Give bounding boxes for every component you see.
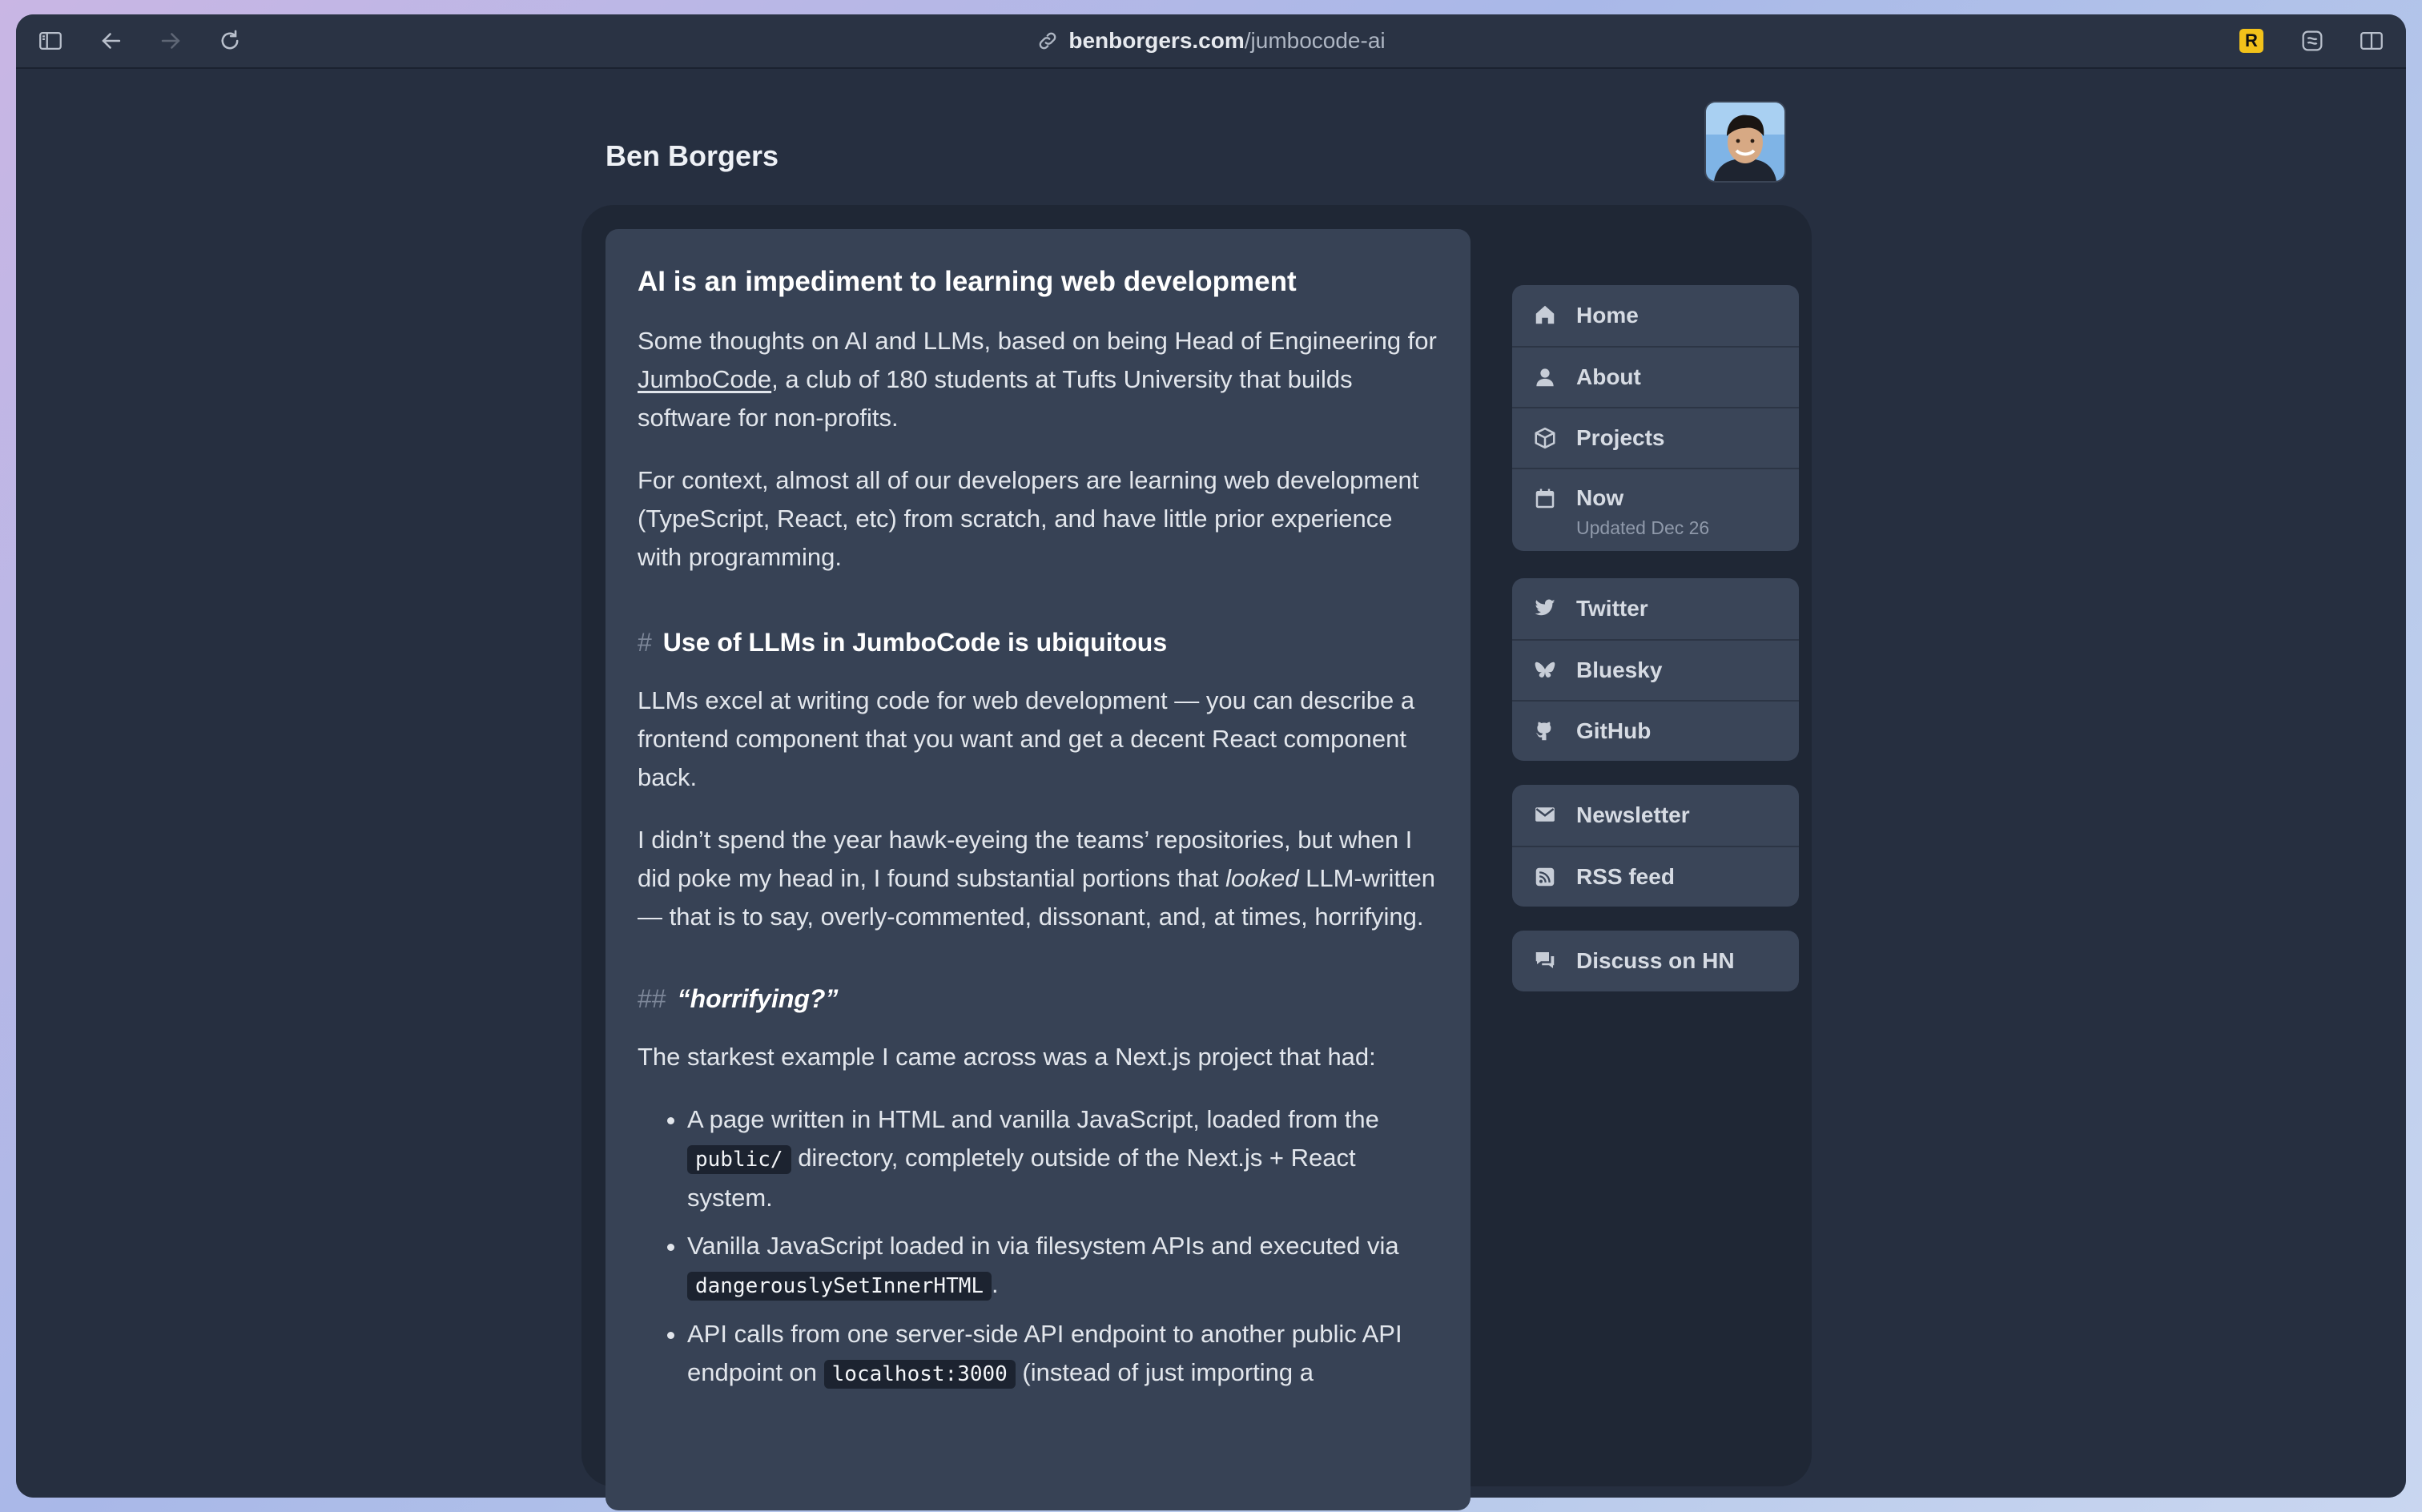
nav-social: Twitter Bluesky GitHub: [1512, 578, 1799, 761]
url-domain: benborgers.com: [1068, 28, 1245, 53]
person-icon: [1531, 364, 1559, 391]
nav-item-newsletter[interactable]: Newsletter: [1512, 785, 1799, 846]
paragraph: Some thoughts on AI and LLMs, based on b…: [638, 327, 1437, 432]
subsection-heading: ## “horrifying?”: [638, 984, 839, 1013]
address-field[interactable]: benborgers.com/jumbocode-ai: [1036, 28, 1386, 54]
split-view-icon[interactable]: [2356, 26, 2387, 55]
link-icon: [1036, 30, 1059, 52]
nav-item-projects[interactable]: Projects: [1512, 407, 1799, 468]
now-updated-date: Updated Dec 26: [1576, 517, 1710, 538]
nav-item-now[interactable]: Now Updated Dec 26: [1512, 468, 1799, 551]
sidebar-toggle-icon[interactable]: [35, 26, 66, 55]
twitter-icon: [1531, 594, 1559, 621]
url-path: /jumbocode-ai: [1244, 28, 1386, 53]
cube-icon: [1531, 424, 1559, 452]
list-item: Vanilla JavaScript loaded in via filesys…: [687, 1227, 1438, 1305]
jumbocode-link[interactable]: JumboCode: [638, 365, 771, 393]
nav-item-bluesky[interactable]: Bluesky: [1512, 639, 1799, 700]
article-title: AI is an impediment to learning web deve…: [638, 266, 1297, 297]
reload-icon[interactable]: [215, 26, 245, 55]
example-list: A page written in HTML and vanilla JavaS…: [638, 1100, 1438, 1393]
nav-item-rss[interactable]: RSS feed: [1512, 846, 1799, 907]
address-bar: benborgers.com/jumbocode-ai: [16, 14, 2406, 67]
rss-icon: [1531, 863, 1559, 891]
nav-discuss: Discuss on HN: [1512, 931, 1799, 991]
list-item: API calls from one server-side API endpo…: [687, 1315, 1438, 1393]
nav-item-home[interactable]: Home: [1512, 285, 1799, 346]
nav-item-discuss-hn[interactable]: Discuss on HN: [1512, 931, 1799, 991]
nav-main: Home About Projects Now Updated Dec 26: [1512, 285, 1799, 551]
nav-item-about[interactable]: About: [1512, 346, 1799, 407]
inline-code: localhost:3000: [823, 1360, 1016, 1389]
browser-toolbar: benborgers.com/jumbocode-ai R: [16, 14, 2406, 69]
paragraph: For context, almost all of our developer…: [638, 466, 1419, 571]
extension-icon[interactable]: [2297, 26, 2327, 55]
heading-anchor[interactable]: #: [638, 628, 652, 657]
paragraph: I didn’t spend the year hawk-eyeing the …: [638, 826, 1436, 931]
reader-extension-icon[interactable]: R: [2239, 29, 2263, 53]
list-item: A page written in HTML and vanilla JavaS…: [687, 1100, 1438, 1217]
chat-icon: [1531, 947, 1559, 974]
paragraph: LLMs excel at writing code for web devel…: [638, 686, 1415, 791]
github-icon: [1531, 718, 1559, 745]
nav-item-twitter[interactable]: Twitter: [1512, 578, 1799, 639]
paragraph: The starkest example I came across was a…: [638, 1043, 1376, 1071]
nav-subscribe: Newsletter RSS feed: [1512, 785, 1799, 907]
butterfly-icon: [1531, 657, 1559, 684]
inline-code: public/: [687, 1145, 791, 1174]
inline-code: dangerouslySetInnerHTML: [687, 1272, 992, 1301]
article: AI is an impediment to learning web deve…: [606, 229, 1470, 1510]
section-heading: # Use of LLMs in JumboCode is ubiquitous: [638, 628, 1168, 657]
calendar-icon: [1531, 485, 1559, 513]
back-arrow-icon[interactable]: [96, 26, 127, 55]
mail-icon: [1531, 801, 1559, 828]
home-icon: [1531, 301, 1559, 328]
nav-item-github[interactable]: GitHub: [1512, 700, 1799, 761]
forward-arrow-icon[interactable]: [155, 26, 186, 55]
heading-anchor[interactable]: ##: [638, 984, 666, 1013]
site-title[interactable]: Ben Borgers: [606, 139, 778, 173]
avatar[interactable]: [1706, 103, 1784, 181]
